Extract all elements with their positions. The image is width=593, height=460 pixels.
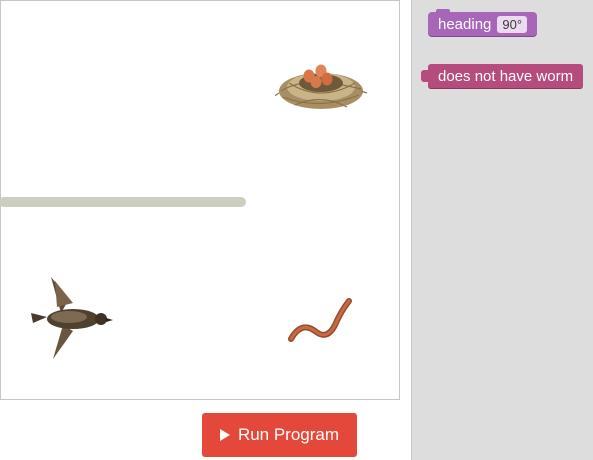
run-program-button[interactable]: Run Program [202,413,357,457]
game-stage [0,0,400,400]
does-not-have-worm-block[interactable]: does not have worm [420,64,584,88]
bird-sprite [31,277,113,359]
condition-block-label: does not have worm [438,67,574,85]
wall-obstacle [0,197,246,207]
heading-block-label: heading [438,15,492,33]
nest-sprite [275,64,367,109]
worm-sprite [288,298,352,342]
play-icon [219,429,230,441]
run-program-label: Run Program [237,425,340,444]
heading-value-field[interactable]: 90° [497,15,528,33]
heading-block[interactable]: heading 90° [428,9,538,36]
